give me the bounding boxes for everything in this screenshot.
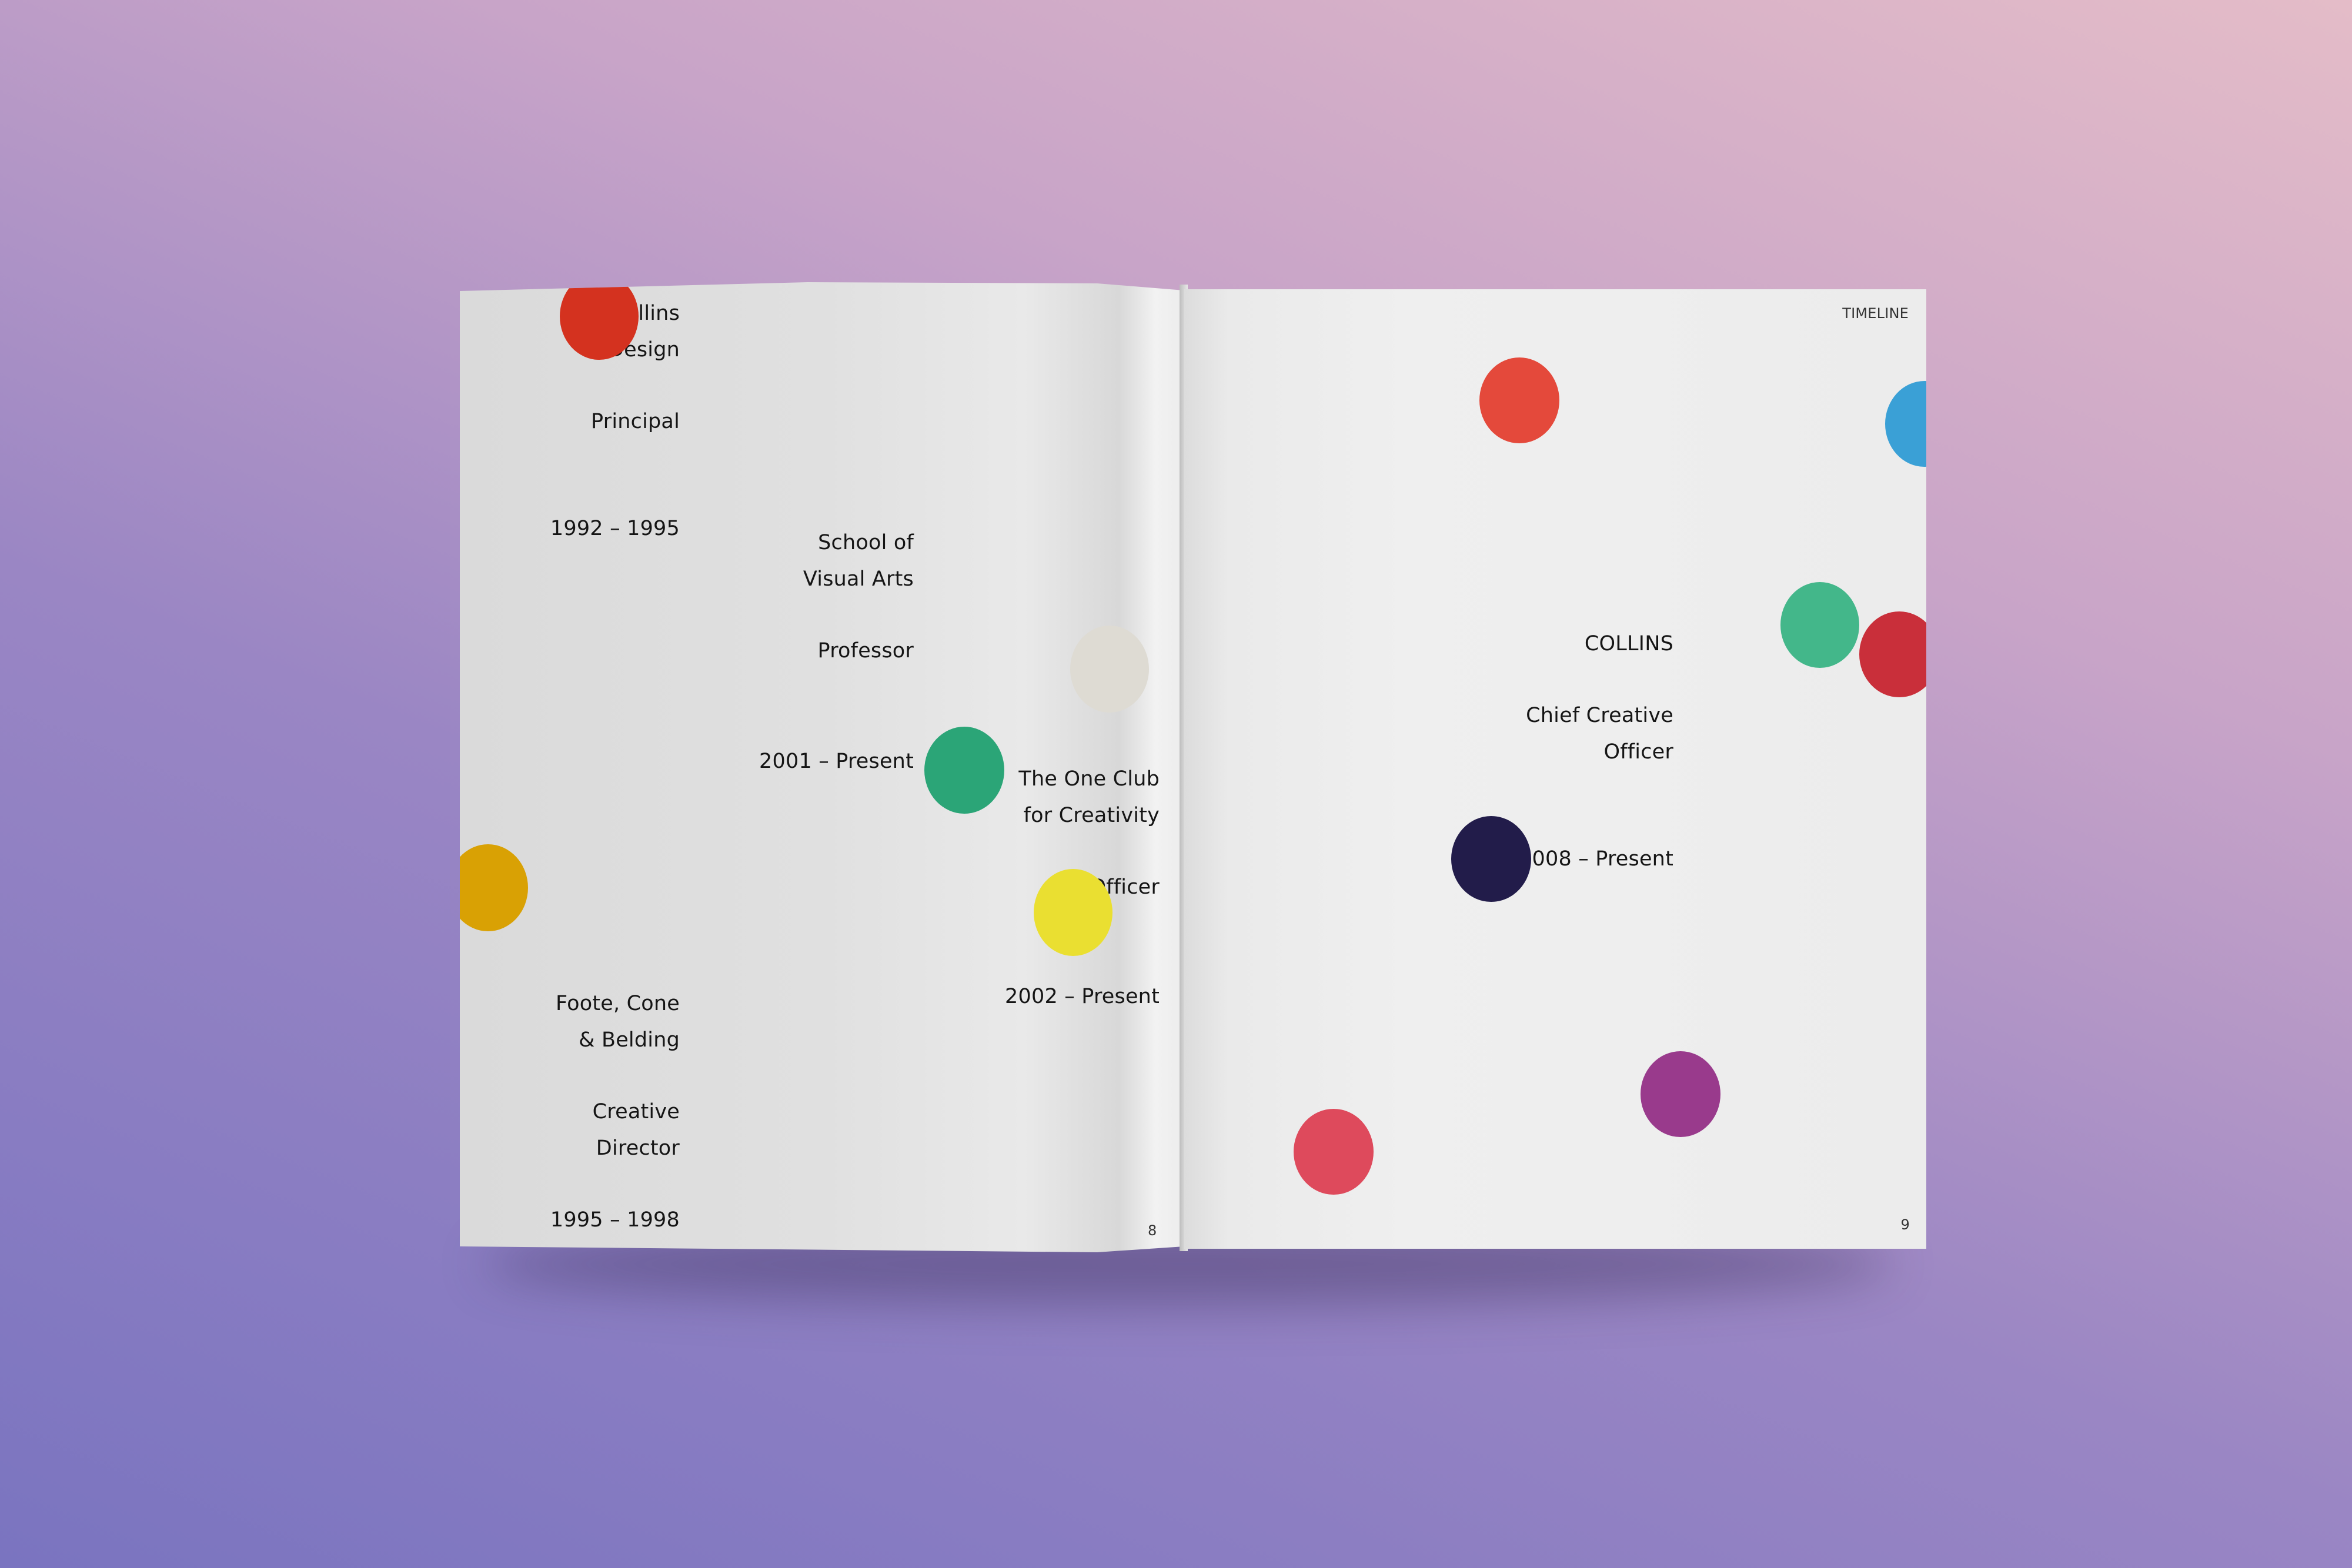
collins-years: 2008 – Present — [1519, 847, 1673, 871]
sva-role: Professor — [817, 639, 914, 663]
collins-org: COLLINS — [1584, 632, 1673, 656]
crimson-dot — [1859, 611, 1926, 697]
one-club-name-line2: for Creativity — [1023, 804, 1160, 827]
sva-years: 2001 – Present — [759, 750, 914, 773]
teal-green-dot — [924, 727, 1004, 814]
sky-blue-dot — [1885, 381, 1926, 467]
magenta-purple-dot — [1641, 1051, 1720, 1137]
mint-green-dot — [1780, 582, 1859, 668]
collins-role-line2: Officer — [1603, 740, 1673, 764]
one-club-name-line1: The One Club — [1018, 767, 1160, 791]
sva-name-line1: School of — [818, 531, 914, 554]
rose-red-dot — [1294, 1109, 1374, 1195]
fcb-name-line1: Foote, Cone — [556, 992, 680, 1015]
yellow-dot — [1034, 869, 1112, 956]
fcb-role-line1: Creative — [592, 1100, 680, 1124]
mustard-dot — [460, 844, 528, 931]
page-number-left: 8 — [1148, 1222, 1157, 1239]
fcb-name-line2: & Belding — [579, 1028, 680, 1052]
navy-dot — [1451, 816, 1531, 902]
collins-design-years: 1992 – 1995 — [550, 517, 680, 540]
collins-role-line1: Chief Creative — [1526, 704, 1673, 727]
right-page: TIMELINE COLLINS Chief Creative Officer … — [1184, 289, 1926, 1249]
coral-red-dot — [1479, 357, 1559, 443]
timeline-header: TIMELINE — [1842, 305, 1909, 322]
fcb-role-line2: Director — [596, 1136, 680, 1160]
page-number-right: 9 — [1900, 1216, 1910, 1233]
one-club-years: 2002 – Present — [1005, 985, 1160, 1008]
collins-design-role: Principal — [591, 410, 680, 433]
cream-dot — [1070, 626, 1149, 713]
left-page: Collins Design Principal 1992 – 1995 Sch… — [460, 282, 1184, 1252]
sva-name-line2: Visual Arts — [803, 567, 914, 591]
fcb-years: 1995 – 1998 — [550, 1208, 680, 1232]
